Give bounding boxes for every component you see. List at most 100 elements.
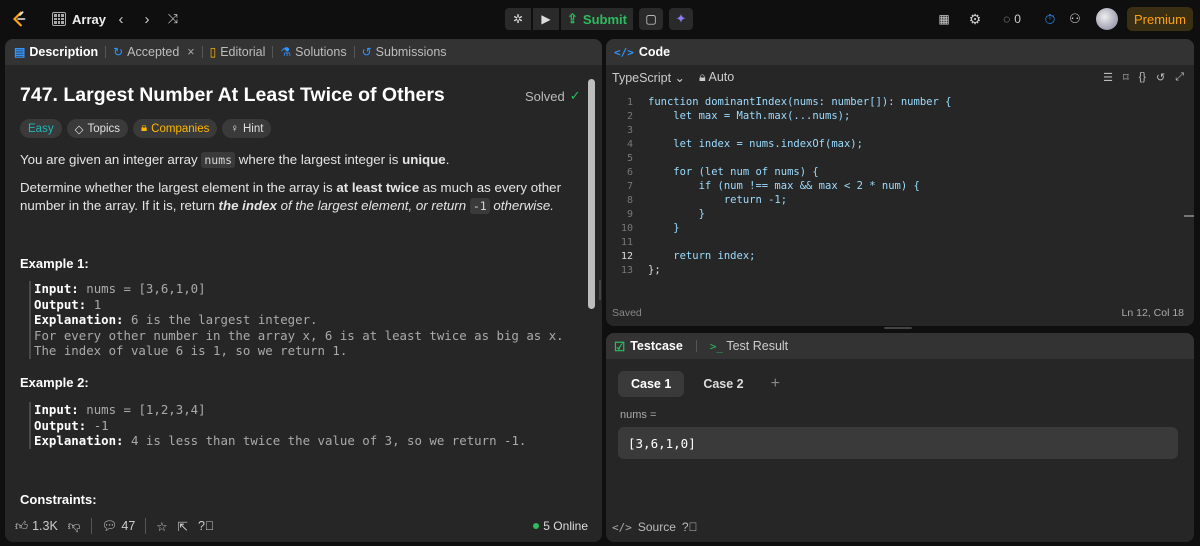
comments-button[interactable]: 💬︎ 47 bbox=[102, 519, 136, 534]
run-button[interactable]: ▶ bbox=[533, 8, 559, 30]
scroll-thumb[interactable] bbox=[588, 79, 595, 309]
explanation-line: 4 is less than twice the value of 3, so … bbox=[131, 433, 527, 448]
description-scrollbar[interactable]: ▼ bbox=[588, 79, 595, 540]
explanation-line: The index of value 6 is 1, so we return … bbox=[34, 343, 348, 358]
star-icon[interactable]: ☆ bbox=[156, 519, 167, 534]
tab-accepted[interactable]: ↻ Accepted × bbox=[113, 39, 195, 65]
submit-button[interactable]: ⇪ Submit bbox=[561, 8, 633, 30]
layout-icon[interactable]: ▦ bbox=[936, 8, 952, 30]
tab-submissions[interactable]: ↺ Submissions bbox=[362, 39, 447, 65]
p1-text: . bbox=[445, 152, 450, 167]
companies-chip[interactable]: 🔒︎ Companies bbox=[133, 119, 218, 138]
code-line: }; bbox=[648, 264, 661, 276]
premium-button[interactable]: Premium bbox=[1127, 7, 1193, 31]
example-2-input: Input: nums = [1,2,3,4] bbox=[34, 402, 526, 418]
book-icon: ▯ bbox=[209, 45, 217, 59]
line-number: 9 bbox=[626, 209, 633, 220]
testcase-panel: ☑ Testcase >_ Test Result Case 1 Case 2 … bbox=[606, 333, 1194, 542]
topics-label: Topics bbox=[87, 122, 121, 135]
saved-status: Saved bbox=[612, 307, 642, 319]
code-editor[interactable]: 1 2 3 4 5 6 7 8 9 10 11 12 13 function d… bbox=[606, 94, 1194, 276]
chevron-right-icon[interactable]: › bbox=[140, 8, 154, 30]
example-1-heading: Example 1: bbox=[20, 256, 89, 271]
auto-mode[interactable]: 🔒︎ Auto bbox=[699, 70, 734, 85]
doc-icon: ▤ bbox=[14, 45, 26, 59]
help-icon[interactable]: ?⃝ bbox=[198, 519, 214, 533]
tab-accepted-label: Accepted bbox=[127, 45, 180, 59]
close-icon[interactable]: × bbox=[187, 45, 194, 59]
code-tag-icon: </> bbox=[612, 520, 632, 534]
add-case-icon[interactable]: + bbox=[771, 375, 780, 393]
hint-chip[interactable]: ♀ Hint bbox=[222, 119, 272, 138]
share-icon[interactable]: ⇱ bbox=[178, 519, 188, 534]
tab-solutions-label: Solutions bbox=[295, 45, 347, 59]
add-user-icon[interactable]: ⚇ bbox=[1066, 8, 1084, 30]
inline-code: nums bbox=[201, 152, 236, 168]
p2-bold: at least twice bbox=[336, 180, 420, 195]
debug-icon[interactable]: ✲ bbox=[505, 8, 531, 30]
leetcode-logo-icon[interactable] bbox=[8, 8, 30, 30]
constraints-heading: Constraints: bbox=[20, 492, 97, 507]
expand-icon[interactable]: ⤢ bbox=[1175, 71, 1184, 84]
horizontal-resize-handle[interactable] bbox=[884, 327, 912, 329]
bookmark-icon[interactable]: ⌑ bbox=[1123, 71, 1129, 84]
braces-icon[interactable]: {} bbox=[1139, 71, 1146, 84]
output-label: Output: bbox=[34, 296, 87, 312]
explanation-label: Explanation: bbox=[34, 312, 124, 327]
explanation-line: For every other number in the array x, 6… bbox=[34, 327, 564, 343]
check-circle-icon: ✓ bbox=[569, 88, 581, 103]
p2-italic: of the largest element, or return bbox=[276, 198, 470, 213]
thumbs-down-icon[interactable]: 👎︎ bbox=[68, 519, 81, 534]
submit-label: Submit bbox=[582, 11, 627, 27]
footer-divider bbox=[145, 518, 147, 534]
tab-testcase[interactable]: ☑ Testcase bbox=[614, 339, 683, 354]
line-number: 2 bbox=[626, 111, 633, 122]
language-select[interactable]: TypeScript ⌄ bbox=[612, 70, 685, 85]
grid-icon bbox=[52, 12, 66, 26]
tab-test-result[interactable]: >_ Test Result bbox=[710, 339, 788, 353]
thumbs-up-icon: 👍︎ bbox=[15, 518, 29, 533]
case-2-tab[interactable]: Case 2 bbox=[690, 371, 756, 397]
example-1-output: Output: 1 bbox=[34, 297, 564, 313]
fire-icon: ◌ bbox=[1003, 12, 1011, 26]
help-icon: ?⃝ bbox=[681, 520, 698, 534]
lightbulb-icon: ♀ bbox=[230, 122, 239, 135]
explanation-line: 6 is the largest integer. bbox=[131, 312, 318, 327]
avatar[interactable] bbox=[1096, 8, 1118, 30]
topics-chip[interactable]: ◇ Topics bbox=[66, 119, 129, 138]
play-icon: ▶ bbox=[541, 12, 551, 26]
tab-solutions[interactable]: ⚗ Solutions bbox=[280, 39, 346, 65]
problem-list-button[interactable]: Array bbox=[52, 8, 108, 30]
vertical-resize-handle[interactable] bbox=[599, 280, 601, 300]
leetcode-logo-svg bbox=[12, 11, 26, 27]
streak-counter[interactable]: ◌ 0 bbox=[998, 8, 1026, 30]
chevron-left-icon[interactable]: ‹ bbox=[114, 8, 128, 30]
format-icon[interactable]: ☰ bbox=[1103, 71, 1113, 84]
code-line: function dominantIndex(nums: number[]): … bbox=[648, 96, 952, 108]
tab-editorial[interactable]: ▯ Editorial bbox=[210, 39, 266, 65]
difficulty-badge: Easy bbox=[20, 119, 62, 138]
editor-scroll-marker bbox=[1184, 215, 1194, 217]
gear-icon[interactable]: ⚙ bbox=[967, 8, 983, 30]
testcase-input[interactable]: [3,6,1,0] bbox=[618, 427, 1178, 459]
notebook-icon[interactable]: ▢ bbox=[639, 8, 663, 30]
shuffle-icon[interactable]: ⤨ bbox=[164, 8, 182, 30]
output-label: Output: bbox=[34, 417, 87, 433]
code-line: return index; bbox=[648, 250, 756, 262]
source-link[interactable]: </> Source ?⃝ bbox=[612, 520, 698, 534]
line-number: 1 bbox=[626, 97, 633, 108]
explanation-label: Explanation: bbox=[34, 433, 124, 448]
sparkle-icon[interactable]: ✦ bbox=[669, 8, 693, 30]
reset-icon[interactable]: ↺ bbox=[1156, 71, 1165, 84]
code-line: } bbox=[648, 208, 705, 220]
tag-icon: ◇ bbox=[74, 123, 84, 136]
like-button[interactable]: 👍︎ 1.3K bbox=[15, 519, 58, 534]
p1-text: You are given an integer array bbox=[20, 152, 202, 167]
p1-text: where the largest integer is bbox=[235, 152, 403, 167]
description-footer: 👍︎ 1.3K 👎︎ 💬︎ 47 ☆ ⇱ ?⃝ bbox=[5, 510, 602, 542]
tab-divider bbox=[201, 46, 203, 58]
line-number: 6 bbox=[626, 167, 633, 178]
tab-description[interactable]: ▤ Description bbox=[14, 39, 98, 65]
timer-icon[interactable]: ⏱ bbox=[1040, 8, 1060, 30]
case-1-tab[interactable]: Case 1 bbox=[618, 371, 685, 397]
